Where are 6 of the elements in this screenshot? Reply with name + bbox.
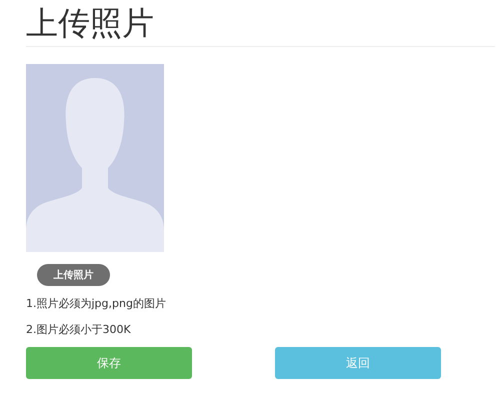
- action-button[interactable]: 保存: [26, 347, 192, 379]
- page-title: 上传照片: [26, 3, 155, 42]
- requirement-note: 1.照片必须为jpg,png的图片: [26, 296, 167, 312]
- requirement-note: 2.图片必须小于300K: [26, 322, 132, 338]
- action-button[interactable]: 返回: [275, 347, 441, 379]
- upload-photo-button[interactable]: 上传照片: [37, 264, 110, 286]
